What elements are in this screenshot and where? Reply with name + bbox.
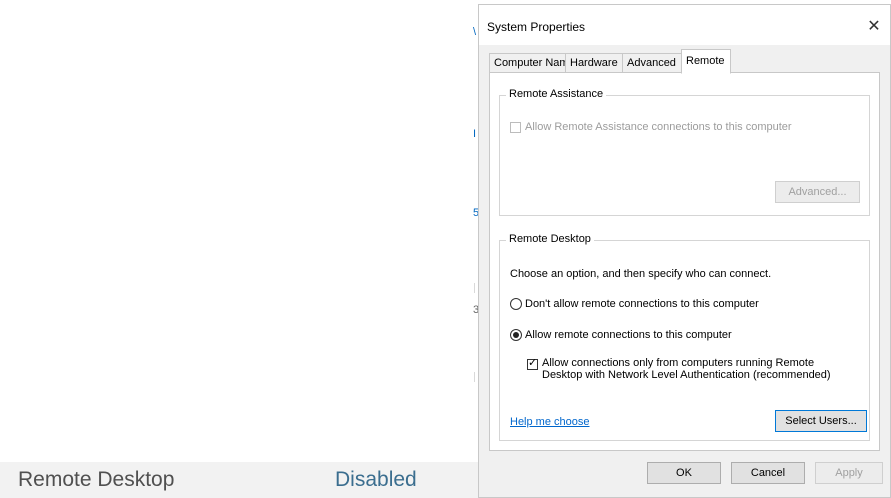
apply-button[interactable]: Apply (815, 462, 883, 484)
remote-desktop-setting-label: Remote Desktop (18, 468, 175, 491)
remote-assistance-group-title: Remote Assistance (506, 88, 607, 100)
remote-desktop-group: Remote Desktop Choose an option, and the… (499, 233, 870, 441)
remote-assistance-group: Remote Assistance Allow Remote Assistanc… (499, 88, 870, 216)
dont-allow-connections-label[interactable]: Don't allow remote connections to this c… (525, 298, 759, 310)
ok-button[interactable]: OK (647, 462, 721, 484)
allow-remote-assistance-label: Allow Remote Assistance connections to t… (525, 121, 792, 133)
close-icon[interactable]: ✕ (864, 16, 884, 36)
background-fragment-glyph: \ (473, 26, 477, 38)
select-users-button[interactable]: Select Users... (775, 410, 867, 432)
nla-only-label-line2[interactable]: Desktop with Network Level Authenticatio… (542, 369, 831, 381)
nla-only-label-line1[interactable]: Allow connections only from computers ru… (542, 357, 814, 369)
cancel-button[interactable]: Cancel (731, 462, 805, 484)
dialog-titlebar[interactable]: System Properties ✕ (479, 5, 890, 45)
background-divider (474, 283, 475, 293)
checkmark-icon: ✓ (528, 357, 538, 369)
remote-desktop-setting-row[interactable]: Remote Desktop Disabled (0, 462, 478, 498)
tab-hardware[interactable]: Hardware (565, 53, 623, 72)
remote-assistance-advanced-button[interactable]: Advanced... (775, 181, 860, 203)
allow-remote-assistance-checkbox[interactable] (510, 122, 521, 133)
dont-allow-connections-radio[interactable] (510, 298, 522, 310)
background-divider (474, 372, 475, 382)
nla-only-checkbox[interactable]: ✓ (527, 357, 538, 370)
tab-advanced[interactable]: Advanced (622, 53, 682, 72)
remote-tab-panel: Remote Assistance Allow Remote Assistanc… (489, 72, 880, 451)
remote-desktop-group-title: Remote Desktop (506, 233, 594, 245)
tab-computer-name[interactable]: Computer Name (489, 53, 575, 72)
allow-connections-radio[interactable] (510, 329, 522, 341)
radio-selected-dot (513, 332, 519, 338)
remote-desktop-intro: Choose an option, and then specify who c… (510, 268, 772, 280)
tab-remote[interactable]: Remote (681, 49, 731, 74)
allow-connections-label[interactable]: Allow remote connections to this compute… (525, 329, 732, 341)
help-me-choose-link[interactable]: Help me choose (510, 416, 590, 428)
background-fragment-glyph: I (473, 128, 477, 140)
system-properties-dialog: System Properties ✕ Computer Name Hardwa… (478, 4, 891, 498)
remote-desktop-status-link[interactable]: Disabled (335, 468, 417, 492)
dialog-title: System Properties (487, 20, 586, 34)
